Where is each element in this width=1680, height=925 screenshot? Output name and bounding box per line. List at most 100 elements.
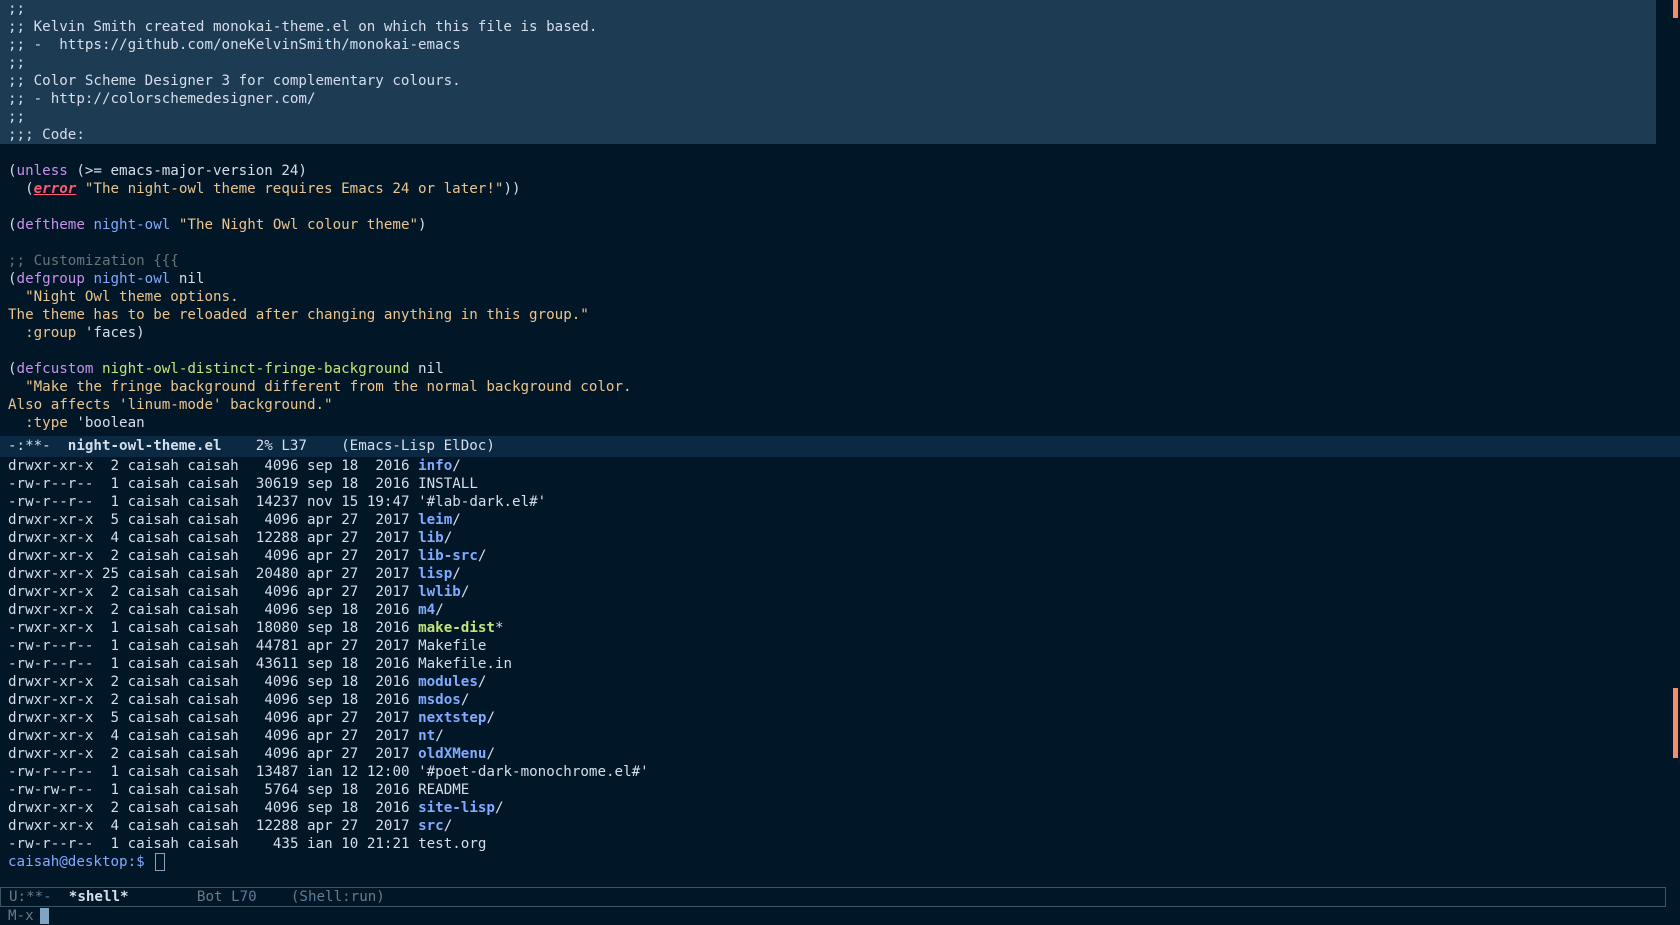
file-size: 43611 (255, 656, 299, 672)
file-name[interactable]: lwlib (418, 584, 461, 600)
listing-row[interactable]: drwxr-xr-x 2 caisah caisah 4096 sep 18 2… (0, 457, 1656, 475)
file-name[interactable]: README (418, 782, 469, 798)
listing-row[interactable]: drwxr-xr-x 4 caisah caisah 4096 apr 27 2… (0, 727, 1656, 745)
file-permissions: -rwxr-xr-x (8, 620, 94, 636)
file-group: caisah (187, 638, 239, 654)
listing-row[interactable]: -rw-r--r-- 1 caisah caisah 44781 apr 27 … (0, 637, 1656, 655)
listing-row[interactable]: drwxr-xr-x 4 caisah caisah 12288 apr 27 … (0, 817, 1656, 835)
code-line[interactable]: ;; - http://colorschemedesigner.com/ (0, 90, 1656, 108)
mode-line-position: 2% L37 (221, 438, 342, 454)
file-name[interactable]: Makefile.in (418, 656, 512, 672)
code-line[interactable] (0, 144, 1656, 162)
listing-row[interactable]: drwxr-xr-x 2 caisah caisah 4096 sep 18 2… (0, 691, 1656, 709)
code-line[interactable]: :type 'boolean (0, 414, 1656, 432)
file-name[interactable]: lisp (418, 566, 452, 582)
code-line[interactable]: ;; - https://github.com/oneKelvinSmith/m… (0, 36, 1656, 54)
mode-line-modes[interactable]: (Emacs-Lisp ElDoc) (341, 438, 495, 454)
code-line[interactable]: "Night Owl theme options. (0, 288, 1656, 306)
file-permissions: drwxr-xr-x (8, 530, 94, 546)
code-token: ( (8, 271, 17, 287)
listing-row[interactable]: -rw-r--r-- 1 caisah caisah 13487 ian 12 … (0, 763, 1656, 781)
code-line[interactable]: :group 'faces) (0, 324, 1656, 342)
file-size: 4096 (264, 458, 299, 474)
code-line[interactable]: The theme has to be reloaded after chang… (0, 306, 1656, 324)
file-name[interactable]: leim (418, 512, 452, 528)
file-name[interactable]: make-dist (418, 620, 495, 636)
file-name[interactable]: lib (418, 530, 444, 546)
code-line[interactable]: ;; Customization {{{ (0, 252, 1656, 270)
mode-line-buffer-name[interactable]: *shell* (69, 889, 129, 905)
listing-row[interactable]: drwxr-xr-x 4 caisah caisah 12288 apr 27 … (0, 529, 1656, 547)
file-name[interactable]: src (418, 818, 444, 834)
code-line[interactable]: (deftheme night-owl "The Night Owl colou… (0, 216, 1656, 234)
code-line[interactable]: (defcustom night-owl-distinct-fringe-bac… (0, 360, 1656, 378)
code-line[interactable]: ;; Kelvin Smith created monokai-theme.el… (0, 18, 1656, 36)
code-token: ) (418, 217, 427, 233)
file-date: sep 18 2016 (307, 782, 410, 798)
scrollbar-thumb-shell[interactable] (1673, 688, 1678, 758)
file-name[interactable]: site-lisp (418, 800, 495, 816)
listing-row[interactable]: drwxr-xr-x 25 caisah caisah 20480 apr 27… (0, 565, 1656, 583)
listing-row[interactable]: drwxr-xr-x 2 caisah caisah 4096 sep 18 2… (0, 799, 1656, 817)
code-line[interactable]: (error "The night-owl theme requires Ema… (0, 180, 1656, 198)
code-token: ;; - http://colorschemedesigner.com/ (8, 91, 316, 107)
file-name[interactable]: lib-src (418, 548, 478, 564)
file-name[interactable]: '#lab-dark.el#' (418, 494, 546, 510)
file-link-count: 2 (101, 602, 120, 618)
file-name[interactable]: oldXMenu (418, 746, 486, 762)
listing-row[interactable]: drwxr-xr-x 2 caisah caisah 4096 sep 18 2… (0, 601, 1656, 619)
listing-row[interactable]: drwxr-xr-x 5 caisah caisah 4096 apr 27 2… (0, 511, 1656, 529)
shell-prompt-line[interactable]: caisah@desktop:$ (0, 853, 1656, 871)
code-line[interactable] (0, 342, 1656, 360)
code-line[interactable]: Also affects 'linum-mode' background." (0, 396, 1656, 414)
file-name[interactable]: modules (418, 674, 478, 690)
editor-pane[interactable]: ;; ;; Kelvin Smith created monokai-theme.… (0, 0, 1656, 436)
file-name[interactable]: nt (418, 728, 435, 744)
listing-row[interactable]: -rw-r--r-- 1 caisah caisah 14237 nov 15 … (0, 493, 1656, 511)
file-size: 5764 (264, 782, 299, 798)
code-line[interactable]: (unless (>= emacs-major-version 24) (0, 162, 1656, 180)
file-size: 4096 (264, 728, 299, 744)
listing-row[interactable]: drwxr-xr-x 5 caisah caisah 4096 apr 27 2… (0, 709, 1656, 727)
code-line[interactable]: ;; Color Scheme Designer 3 for complemen… (0, 72, 1656, 90)
listing-row[interactable]: -rwxr-xr-x 1 caisah caisah 18080 sep 18 … (0, 619, 1656, 637)
file-permissions: -rw-r--r-- (8, 638, 94, 654)
code-line[interactable]: ;; (0, 108, 1656, 126)
file-name[interactable]: INSTALL (418, 476, 478, 492)
file-name[interactable]: msdos (418, 692, 461, 708)
file-name[interactable]: '#poet-dark-monochrome.el#' (418, 764, 649, 780)
scrollbar-thumb-editor[interactable] (1673, 0, 1678, 18)
code-line[interactable] (0, 234, 1656, 252)
shell-pane[interactable]: drwxr-xr-x 2 caisah caisah 4096 sep 18 2… (0, 457, 1656, 887)
code-token: nil (409, 361, 444, 377)
file-type-suffix: / (477, 674, 487, 690)
listing-row[interactable]: -rw-r--r-- 1 caisah caisah 30619 sep 18 … (0, 475, 1656, 493)
code-token: ;; Color Scheme Designer 3 for complemen… (8, 73, 461, 89)
listing-row[interactable]: drwxr-xr-x 2 caisah caisah 4096 apr 27 2… (0, 547, 1656, 565)
code-token: night-owl (93, 217, 171, 233)
minibuffer[interactable]: M-x (0, 907, 1680, 925)
file-permissions: -rw-r--r-- (8, 764, 94, 780)
listing-row[interactable]: drwxr-xr-x 2 caisah caisah 4096 apr 27 2… (0, 745, 1656, 763)
code-line[interactable]: ;; (0, 54, 1656, 72)
code-line[interactable]: "Make the fringe background different fr… (0, 378, 1656, 396)
listing-row[interactable]: drwxr-xr-x 2 caisah caisah 4096 sep 18 2… (0, 673, 1656, 691)
listing-row[interactable]: -rw-r--r-- 1 caisah caisah 435 ian 10 21… (0, 835, 1656, 853)
file-name[interactable]: info (418, 458, 452, 474)
code-line[interactable]: (defgroup night-owl nil (0, 270, 1656, 288)
code-line[interactable] (0, 198, 1656, 216)
mode-line-buffer-name[interactable]: night-owl-theme.el (68, 438, 222, 454)
listing-row[interactable]: -rw-r--r-- 1 caisah caisah 43611 sep 18 … (0, 655, 1656, 673)
listing-row[interactable]: drwxr-xr-x 2 caisah caisah 4096 apr 27 2… (0, 583, 1656, 601)
file-name[interactable]: test.org (418, 836, 486, 852)
file-size: 20480 (255, 566, 299, 582)
file-group: caisah (187, 476, 239, 492)
file-group: caisah (187, 512, 239, 528)
listing-row[interactable]: -rw-rw-r-- 1 caisah caisah 5764 sep 18 2… (0, 781, 1656, 799)
file-name[interactable]: nextstep (418, 710, 486, 726)
code-line[interactable]: ;; (0, 0, 1656, 18)
code-line[interactable]: ;;; Code: (0, 126, 1656, 144)
file-name[interactable]: m4 (418, 602, 435, 618)
file-name[interactable]: Makefile (418, 638, 486, 654)
mode-line-modes[interactable]: (Shell:run) (291, 889, 385, 905)
